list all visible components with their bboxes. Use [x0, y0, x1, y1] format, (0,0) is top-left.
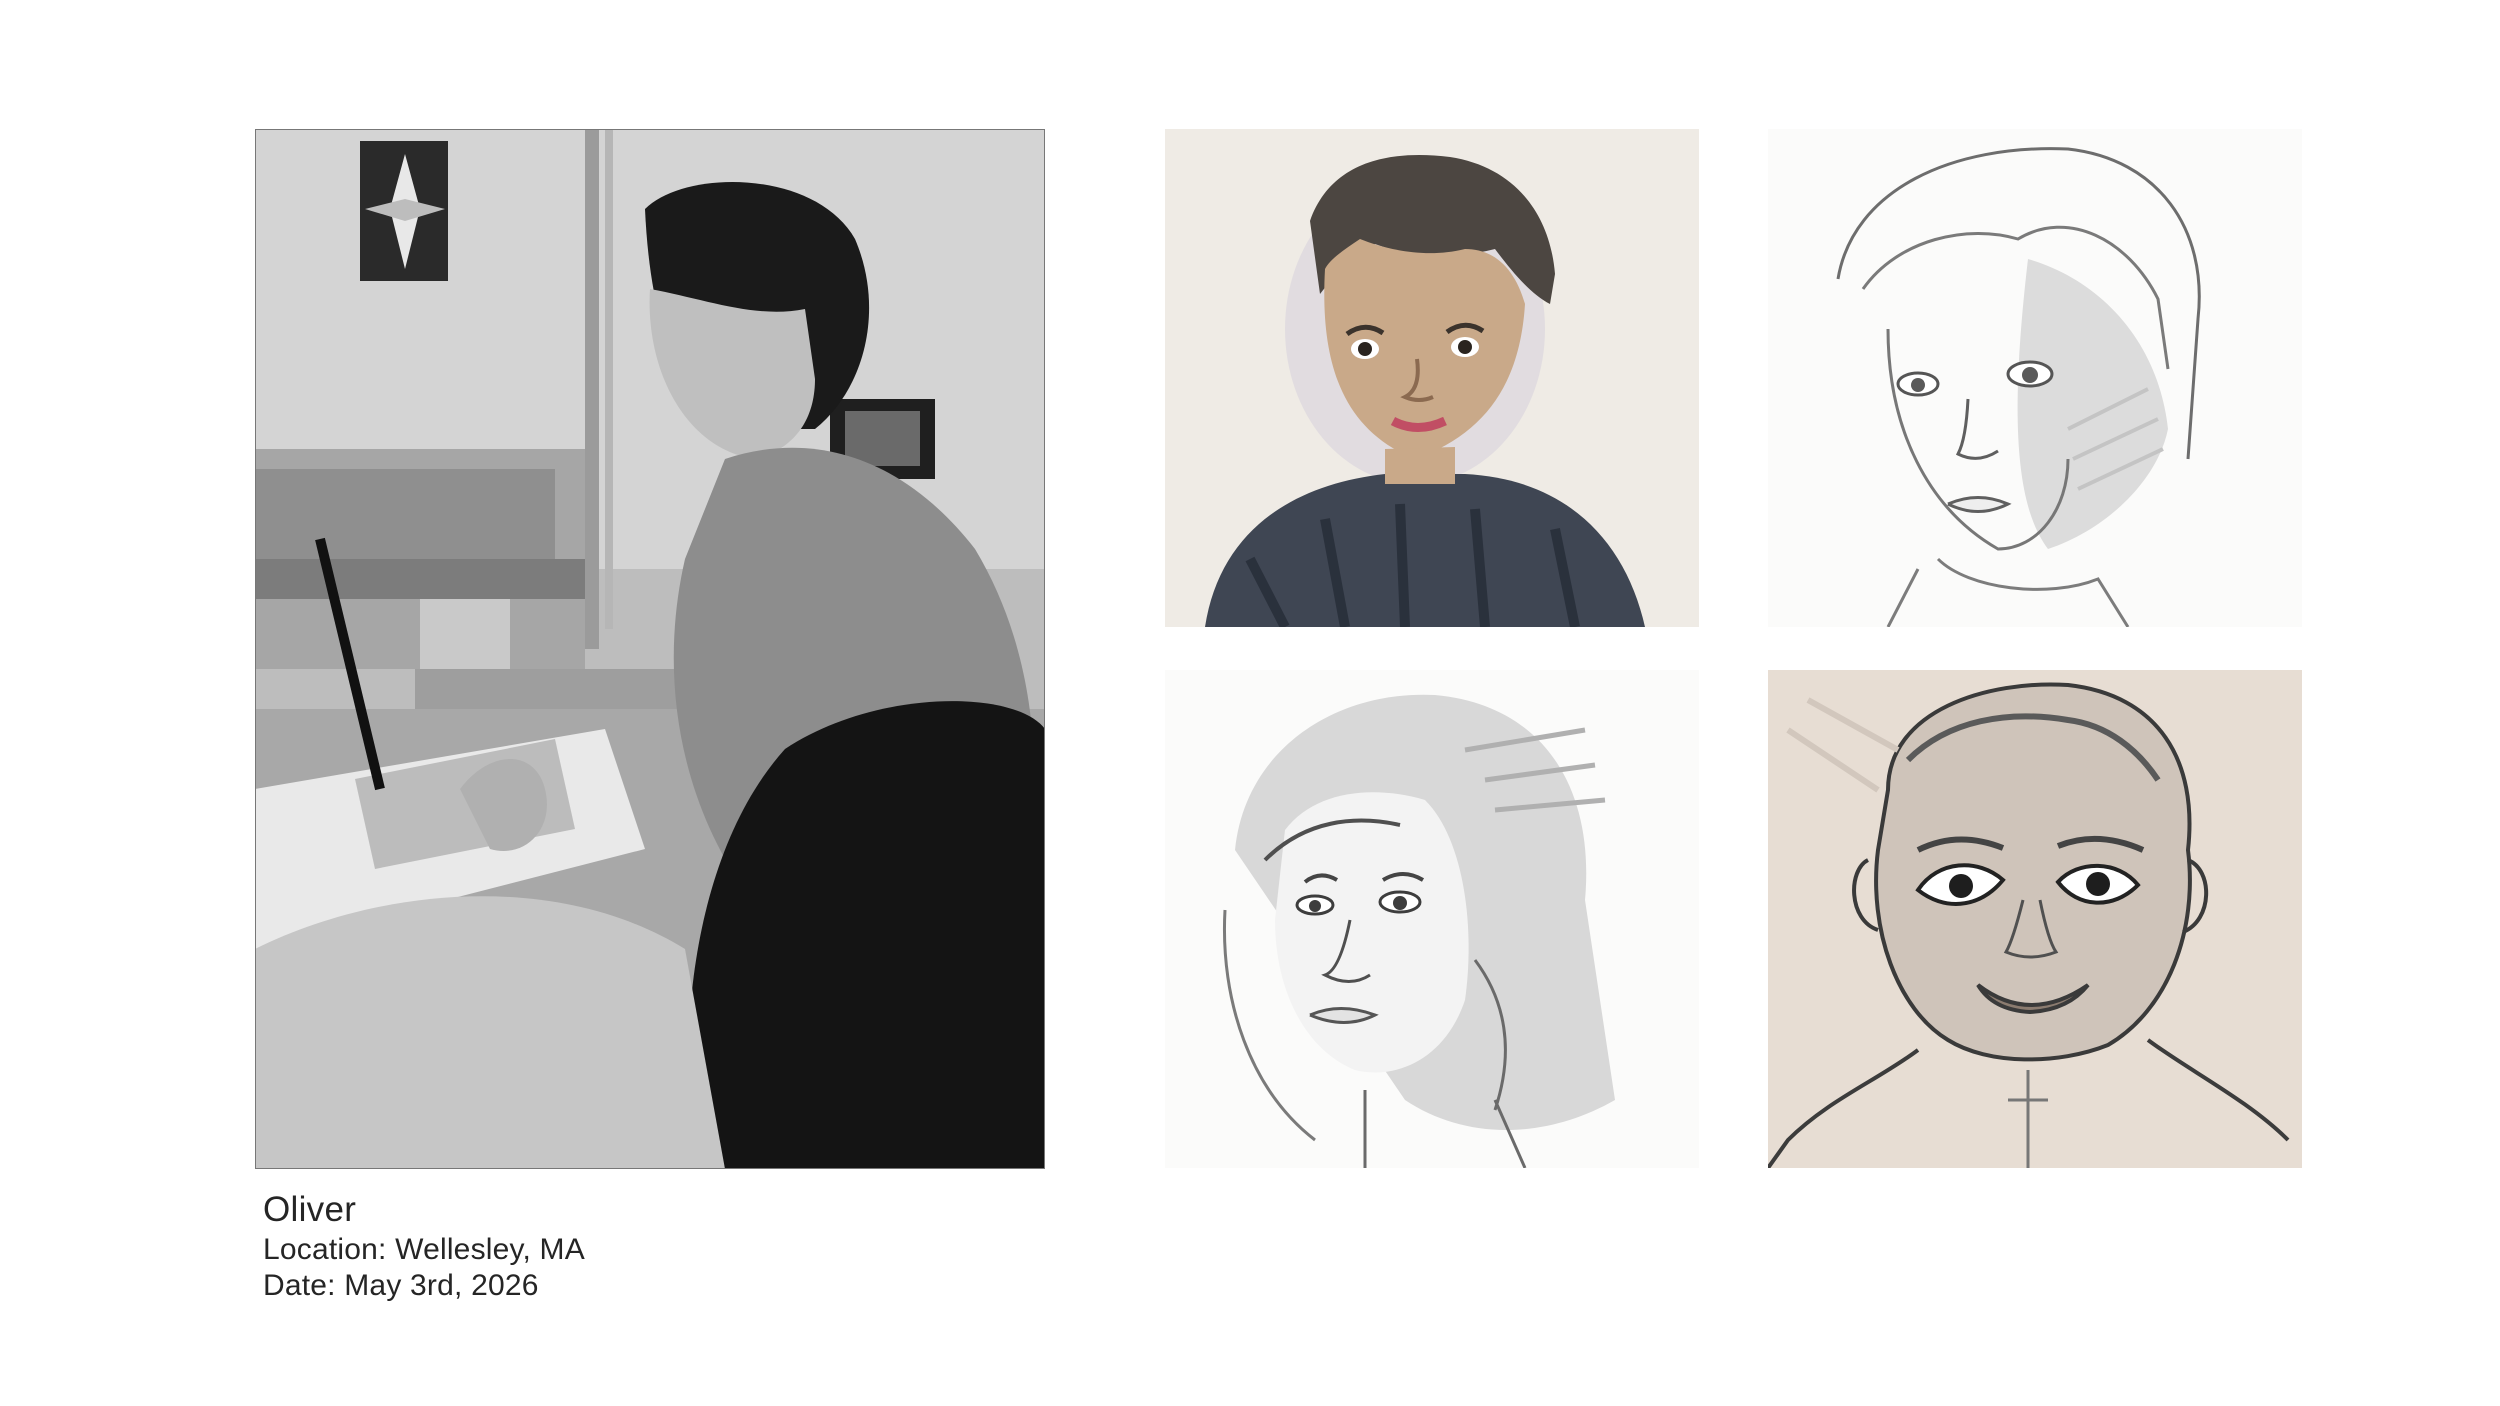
- date-text: Date: May 3rd, 2026: [263, 1269, 539, 1302]
- photo-caption: Oliver Location: Wellesley, MA Date: May…: [263, 1188, 1063, 1304]
- artwork-pencil-woman: [1165, 670, 1699, 1168]
- artwork-pencil-baby: [1768, 670, 2302, 1168]
- location-text: Location: Wellesley, MA: [263, 1233, 585, 1266]
- artist-name: Oliver: [263, 1190, 357, 1229]
- artwork-pencil-boy: [1768, 129, 2302, 627]
- child-watercolor-portrait-icon: [1165, 129, 1699, 627]
- baby-pencil-sketch-icon: [1768, 670, 2302, 1168]
- artist-photo-icon: [255, 129, 1045, 1169]
- boy-pencil-sketch-icon: [1768, 129, 2302, 627]
- artist-photo: [255, 129, 1045, 1169]
- portfolio-page: Oliver Location: Wellesley, MA Date: May…: [0, 0, 2500, 1406]
- artwork-watercolor-child: [1165, 129, 1699, 627]
- woman-pencil-sketch-icon: [1165, 670, 1699, 1168]
